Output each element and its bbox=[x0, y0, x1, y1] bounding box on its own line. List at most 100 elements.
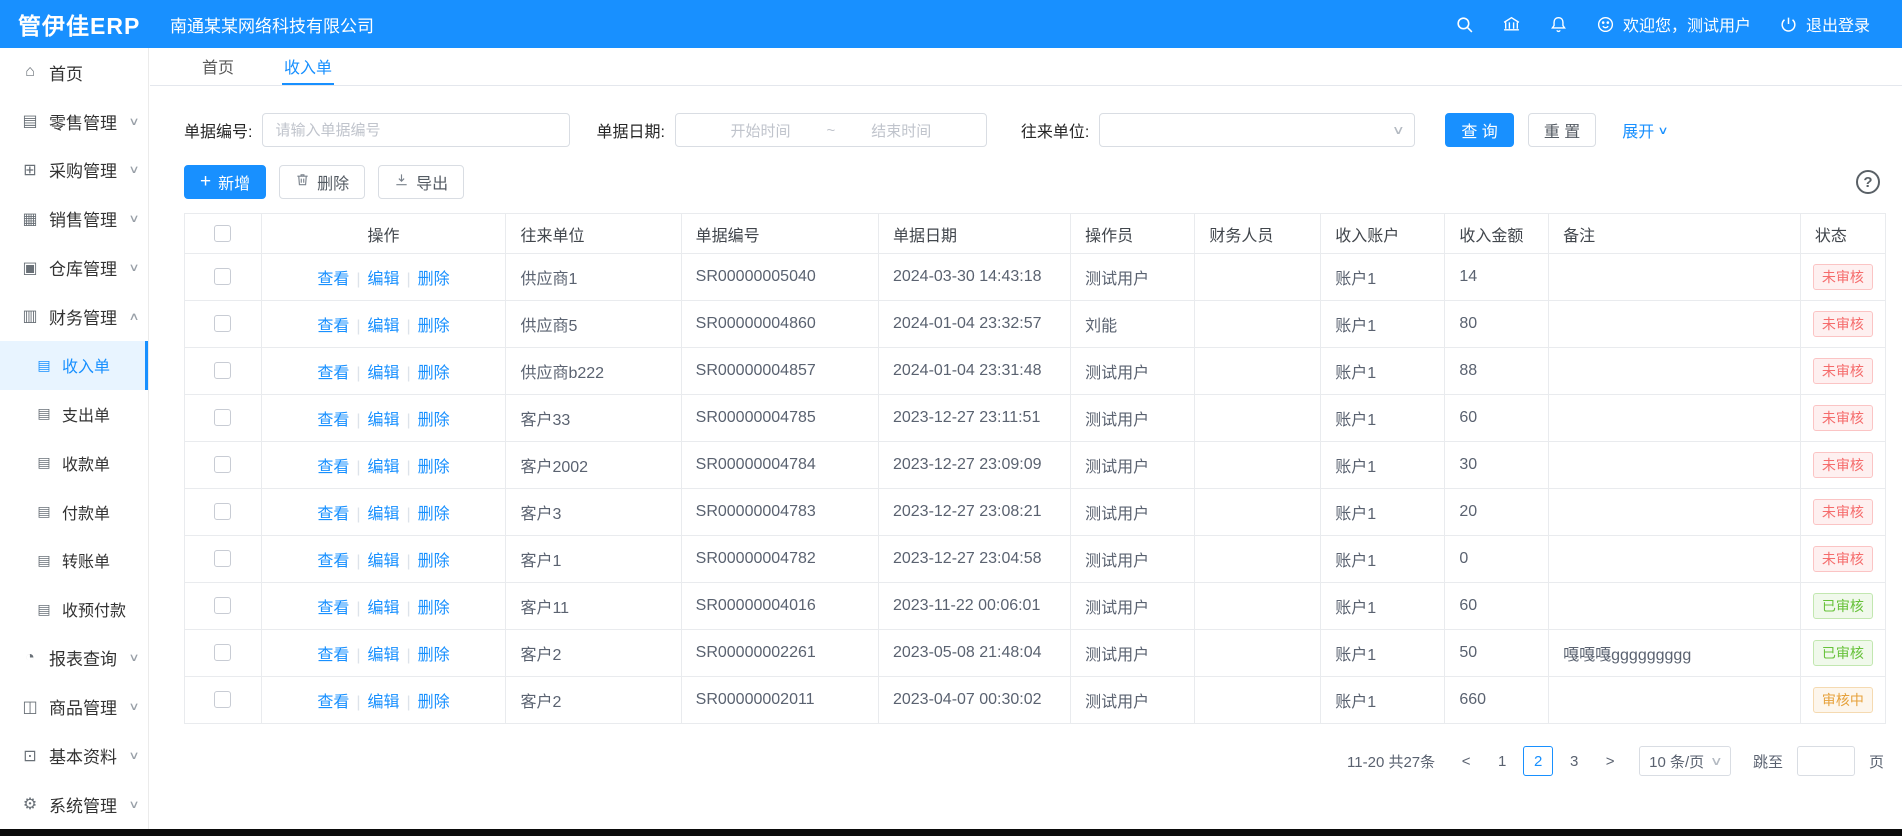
row-checkbox[interactable] bbox=[214, 409, 231, 426]
action-edit-link[interactable]: 编辑 bbox=[367, 553, 399, 570]
row-checkbox[interactable] bbox=[214, 597, 231, 614]
action-view-link[interactable]: 查看 bbox=[317, 459, 349, 476]
reports-icon: ◔ bbox=[20, 649, 40, 667]
action-edit-link[interactable]: 编辑 bbox=[367, 600, 399, 617]
tab-home[interactable]: 首页 bbox=[200, 48, 236, 85]
action-edit-link[interactable]: 编辑 bbox=[367, 647, 399, 664]
expand-link[interactable]: 展开∨ bbox=[1622, 118, 1667, 142]
action-edit-link[interactable]: 编辑 bbox=[367, 271, 399, 288]
action-view-link[interactable]: 查看 bbox=[317, 553, 349, 570]
sidebar-item-warehouse[interactable]: ▣仓库管理∨ bbox=[0, 243, 148, 292]
pagination-next-icon[interactable]: > bbox=[1595, 746, 1625, 776]
row-checkbox[interactable] bbox=[214, 315, 231, 332]
export-button[interactable]: 导出 bbox=[378, 165, 464, 199]
column-header-2: 单据编号 bbox=[681, 214, 878, 254]
action-edit-link[interactable]: 编辑 bbox=[367, 365, 399, 382]
pagination-prev-icon[interactable]: < bbox=[1451, 746, 1481, 776]
cell-partner: 客户2002 bbox=[506, 442, 681, 489]
sidebar-item-reports[interactable]: ◔报表查询∨ bbox=[0, 634, 148, 683]
chevron-down-icon: ∨ bbox=[1391, 123, 1404, 137]
cell-date: 2024-03-30 14:43:18 bbox=[878, 254, 1070, 301]
action-view-link[interactable]: 查看 bbox=[317, 365, 349, 382]
row-checkbox[interactable] bbox=[214, 644, 231, 661]
action-edit-link[interactable]: 编辑 bbox=[367, 318, 399, 335]
action-delete-link[interactable]: 删除 bbox=[418, 647, 450, 664]
row-checkbox[interactable] bbox=[214, 456, 231, 473]
action-delete-link[interactable]: 删除 bbox=[418, 412, 450, 429]
page-size-select[interactable]: 10 条/页∨ bbox=[1639, 746, 1731, 776]
action-view-link[interactable]: 查看 bbox=[317, 694, 349, 711]
action-view-link[interactable]: 查看 bbox=[317, 412, 349, 429]
action-delete-link[interactable]: 删除 bbox=[418, 506, 450, 523]
row-checkbox[interactable] bbox=[214, 503, 231, 520]
pagination-page-2[interactable]: 2 bbox=[1523, 746, 1553, 776]
bank-icon[interactable] bbox=[1502, 15, 1521, 34]
action-edit-link[interactable]: 编辑 bbox=[367, 459, 399, 476]
partner-select[interactable]: ∨ bbox=[1099, 113, 1415, 147]
sidebar-item-expense-receipt[interactable]: ▤支出单 bbox=[0, 390, 148, 439]
cell-partner: 客户11 bbox=[506, 583, 681, 630]
sidebar-item-retail[interactable]: ▤零售管理∨ bbox=[0, 97, 148, 146]
sidebar-item-transfer-receipt[interactable]: ▤转账单 bbox=[0, 536, 148, 585]
sidebar-item-goods[interactable]: ◫商品管理∨ bbox=[0, 682, 148, 731]
sidebar-item-sales[interactable]: ▦销售管理∨ bbox=[0, 194, 148, 243]
action-delete-link[interactable]: 删除 bbox=[418, 271, 450, 288]
sidebar-item-purchase[interactable]: ⊞采购管理∨ bbox=[0, 146, 148, 195]
action-delete-link[interactable]: 删除 bbox=[418, 600, 450, 617]
action-delete-link[interactable]: 删除 bbox=[418, 694, 450, 711]
cell-date: 2023-12-27 23:09:09 bbox=[878, 442, 1070, 489]
column-header-8: 备注 bbox=[1549, 214, 1801, 254]
action-separator: | bbox=[407, 553, 411, 570]
action-view-link[interactable]: 查看 bbox=[317, 506, 349, 523]
sidebar-item-finance[interactable]: ▥财务管理∧ bbox=[0, 292, 148, 341]
action-view-link[interactable]: 查看 bbox=[317, 647, 349, 664]
date-range-picker[interactable]: 开始时间 ~ 结束时间 bbox=[675, 113, 987, 147]
sidebar-item-income-receipt[interactable]: ▤收入单 bbox=[0, 341, 148, 390]
pagination-page-3[interactable]: 3 bbox=[1559, 746, 1589, 776]
table-row: 查看|编辑|删除供应商b222SR000000048572024-01-04 2… bbox=[185, 348, 1886, 395]
cell-partner: 供应商5 bbox=[506, 301, 681, 348]
sidebar-item-collection-receipt[interactable]: ▤收款单 bbox=[0, 438, 148, 487]
action-delete-link[interactable]: 删除 bbox=[418, 459, 450, 476]
row-actions-cell: 查看|编辑|删除 bbox=[261, 630, 506, 677]
action-edit-link[interactable]: 编辑 bbox=[367, 412, 399, 429]
sidebar-item-system[interactable]: ⚙系统管理∨ bbox=[0, 780, 148, 829]
welcome-user[interactable]: 欢迎您，测试用户 bbox=[1596, 12, 1751, 36]
sidebar-item-prepaid-receipt[interactable]: ▤收预付款 bbox=[0, 585, 148, 634]
sidebar-item-home[interactable]: ⌂首页 bbox=[0, 48, 148, 97]
sidebar-item-basic-data[interactable]: ⊡基本资料∨ bbox=[0, 731, 148, 780]
search-button[interactable]: 查 询 bbox=[1445, 113, 1513, 147]
top-header: 管伊佳ERP 南通某某网络科技有限公司 欢迎您，测试用户 退出登录 bbox=[0, 0, 1902, 48]
cell-finance-staff bbox=[1195, 536, 1321, 583]
action-delete-link[interactable]: 删除 bbox=[418, 318, 450, 335]
action-delete-link[interactable]: 删除 bbox=[418, 365, 450, 382]
cell-status: 审核中 bbox=[1800, 677, 1885, 724]
action-edit-link[interactable]: 编辑 bbox=[367, 694, 399, 711]
cell-number: SR00000004785 bbox=[681, 395, 878, 442]
bill-number-input[interactable] bbox=[262, 113, 570, 147]
action-view-link[interactable]: 查看 bbox=[317, 271, 349, 288]
row-checkbox[interactable] bbox=[214, 362, 231, 379]
tab-income-receipt[interactable]: 收入单 bbox=[282, 48, 334, 85]
select-all-checkbox[interactable] bbox=[214, 225, 231, 242]
pagination-page-1[interactable]: 1 bbox=[1487, 746, 1517, 776]
delete-button[interactable]: 删除 bbox=[279, 165, 365, 199]
row-checkbox[interactable] bbox=[214, 691, 231, 708]
row-checkbox[interactable] bbox=[214, 268, 231, 285]
jump-page-input[interactable] bbox=[1797, 746, 1855, 776]
action-view-link[interactable]: 查看 bbox=[317, 600, 349, 617]
help-icon[interactable]: ? bbox=[1856, 170, 1880, 194]
action-view-link[interactable]: 查看 bbox=[317, 318, 349, 335]
sidebar-item-label: 转账单 bbox=[62, 548, 110, 572]
action-separator: | bbox=[407, 459, 411, 476]
action-delete-link[interactable]: 删除 bbox=[418, 553, 450, 570]
add-button[interactable]: +新增 bbox=[184, 165, 266, 199]
row-checkbox[interactable] bbox=[214, 550, 231, 567]
logout-button[interactable]: 退出登录 bbox=[1779, 12, 1870, 36]
company-name: 南通某某网络科技有限公司 bbox=[170, 12, 374, 37]
sidebar-item-payment-receipt[interactable]: ▤付款单 bbox=[0, 487, 148, 536]
action-edit-link[interactable]: 编辑 bbox=[367, 506, 399, 523]
reset-button[interactable]: 重 置 bbox=[1528, 113, 1596, 147]
search-icon[interactable] bbox=[1455, 15, 1474, 34]
bell-icon[interactable] bbox=[1549, 15, 1568, 34]
